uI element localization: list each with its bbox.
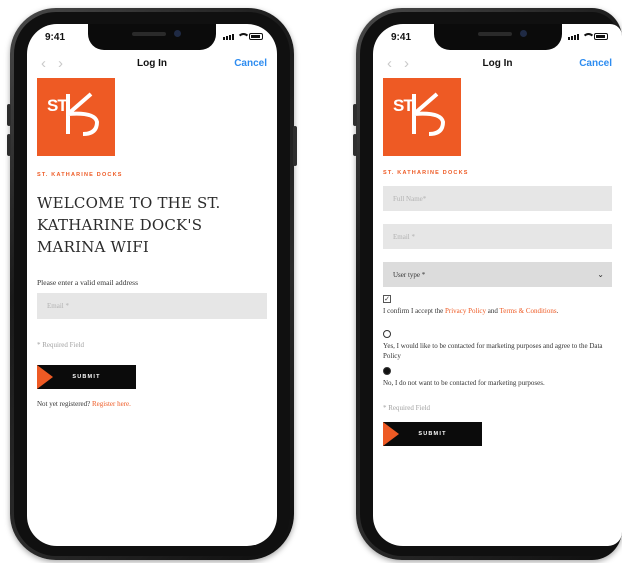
login-screen: 9:41 ‹ › Log In Cancel ST ST. KATHARINE … — [27, 24, 277, 546]
brand-name: ST. KATHARINE DOCKS — [37, 172, 123, 178]
email-input[interactable]: Email * — [37, 293, 267, 319]
orange-arrow-icon — [383, 422, 399, 446]
cancel-button[interactable]: Cancel — [579, 58, 612, 69]
battery-icon — [249, 33, 263, 40]
phone-left: 9:41 ‹ › Log In Cancel ST ST. KATHARINE … — [7, 8, 297, 560]
full-name-input[interactable]: Full Name* — [383, 186, 612, 211]
volume-up-button — [7, 104, 11, 126]
email-label: Please enter a valid email address — [37, 278, 139, 287]
welcome-heading: WELCOME TO THE ST. KATHARINE DOCK'S MARI… — [37, 194, 221, 256]
terms-conditions-link[interactable]: Terms & Conditions — [500, 307, 557, 315]
nav-bar: ‹ › Log In Cancel — [373, 52, 622, 78]
required-field-note: * Required Field — [383, 404, 431, 412]
user-type-select[interactable]: User type * ⌄ — [383, 262, 612, 287]
submit-button[interactable]: SUBMIT — [37, 365, 136, 389]
status-icons — [568, 33, 608, 40]
privacy-policy-link[interactable]: Privacy Policy — [445, 307, 486, 315]
submit-button[interactable]: SUBMIT — [383, 422, 482, 446]
brand-name: ST. KATHARINE DOCKS — [383, 170, 469, 176]
marketing-yes-radio[interactable] — [383, 330, 391, 338]
terms-checkbox[interactable]: ✓ — [383, 295, 391, 303]
wifi-icon — [582, 33, 595, 40]
chevron-down-icon: ⌄ — [597, 270, 604, 279]
wifi-icon — [237, 33, 250, 40]
terms-label: I confirm I accept the Privacy Policy an… — [383, 307, 559, 315]
nav-bar: ‹ › Log In Cancel — [27, 52, 277, 78]
marketing-yes-label: Yes, I would like to be contacted for ma… — [383, 342, 603, 360]
orange-arrow-icon — [37, 365, 53, 389]
stkd-logo: ST — [37, 78, 115, 156]
status-icons — [223, 33, 263, 40]
email-input[interactable]: Email * — [383, 224, 612, 249]
registration-content: ST ST. KATHARINE DOCKS Full Name* Email … — [373, 78, 622, 446]
registration-screen: 9:41 ‹ › Log In Cancel ST ST. KATHARINE … — [373, 24, 622, 546]
status-time: 9:41 — [45, 32, 66, 43]
notch — [88, 24, 216, 50]
marketing-no-label: No, I do not want to be contacted for ma… — [383, 379, 545, 387]
volume-up-button — [353, 104, 357, 126]
volume-down-button — [353, 134, 357, 156]
marketing-no-radio[interactable] — [383, 367, 391, 375]
stkd-logo: ST — [383, 78, 461, 156]
power-button — [293, 126, 297, 166]
register-link[interactable]: Register here. — [92, 400, 131, 408]
phone-right: 9:41 ‹ › Log In Cancel ST ST. KATHARINE … — [353, 8, 622, 560]
volume-down-button — [7, 134, 11, 156]
battery-icon — [594, 33, 608, 40]
required-field-note: * Required Field — [37, 341, 85, 349]
login-content: ST ST. KATHARINE DOCKS WELCOME TO THE ST… — [27, 78, 277, 409]
cancel-button[interactable]: Cancel — [234, 58, 267, 69]
register-prompt: Not yet registered? Register here. — [37, 400, 131, 408]
notch — [433, 24, 562, 50]
signal-icon — [223, 34, 234, 40]
signal-icon — [568, 34, 579, 40]
status-time: 9:41 — [391, 32, 412, 43]
